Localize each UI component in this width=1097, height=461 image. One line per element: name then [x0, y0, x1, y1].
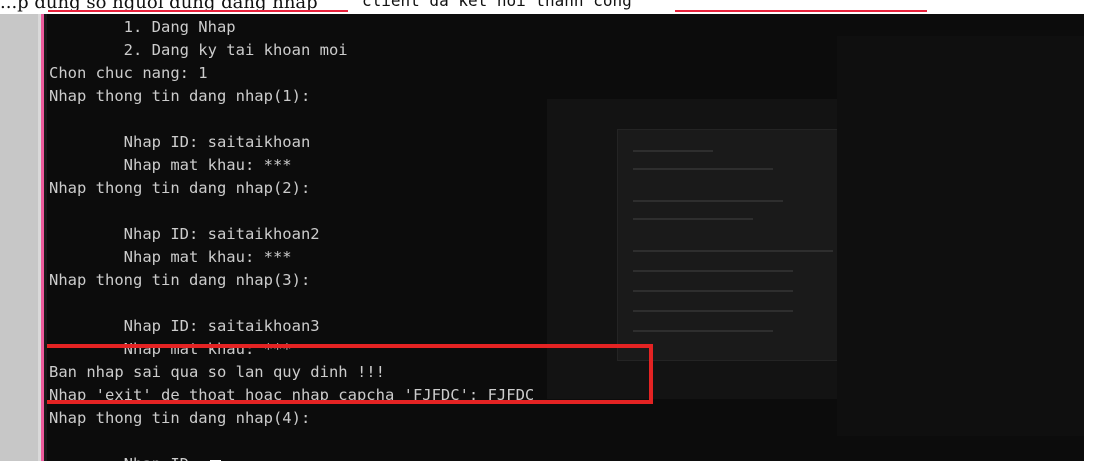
console-line: Ban nhap sai qua so lan quy dinh !!!	[49, 363, 385, 381]
console-window[interactable]: 1. Dang Nhap 2. Dang ky tai khoan moi Cho…	[47, 14, 1084, 461]
cut-off-status-text: client da ket noi thanh cong	[362, 0, 632, 10]
console-line: 2. Dang ky tai khoan moi	[49, 41, 348, 59]
console-line: Nhap mat khau: ***	[49, 248, 292, 266]
console-line: 1. Dang Nhap	[49, 18, 236, 36]
console-line: Nhap ID:	[49, 453, 221, 461]
console-line: Nhap ID: saitaikhoan	[49, 133, 311, 151]
right-edge	[1084, 14, 1097, 461]
console-line: Nhap thong tin dang nhap(3):	[49, 271, 311, 289]
console-line: Nhap ID: saitaikhoan3	[49, 317, 320, 335]
left-gutter	[0, 14, 38, 461]
console-line: Nhap thong tin dang nhap(4):	[49, 409, 311, 427]
console-line: Nhap ID: saitaikhoan2	[49, 225, 320, 243]
console-line: Nhap thong tin dang nhap(1):	[49, 87, 311, 105]
divider-right	[675, 10, 927, 12]
console-line: Chon chuc nang: 1	[49, 64, 208, 82]
console-line: Nhap mat khau: ***	[49, 156, 292, 174]
console-line: Nhap mat khau: ***	[49, 340, 292, 358]
console-line: Nhap thong tin dang nhap(2):	[49, 179, 311, 197]
divider-left	[48, 10, 348, 12]
background-panel	[837, 36, 1084, 436]
window-border	[38, 14, 47, 461]
console-line: Nhap 'exit' de thoat hoac nhap capcha 'F…	[49, 386, 535, 404]
background-window-title-strip: ...p dung so nguoi dung dang nhap client…	[0, 0, 1097, 14]
